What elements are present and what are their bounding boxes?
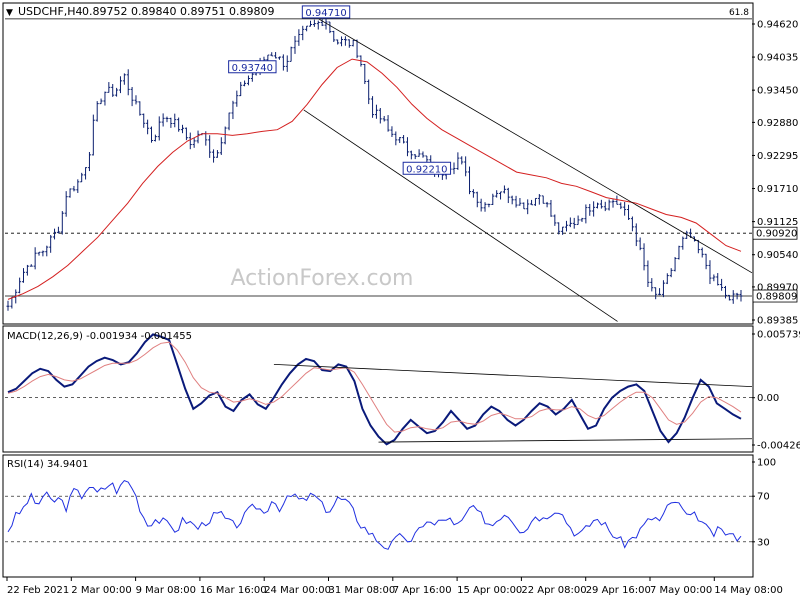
x-tick-label: 14 May 08:00 xyxy=(714,585,783,596)
price-tick-label: 0.91125 xyxy=(757,217,798,228)
fib-label: 61.8 xyxy=(729,8,749,18)
price-tick-label: 0.90540 xyxy=(757,250,798,261)
x-tick-label: 22 Feb 2021 xyxy=(7,585,69,596)
rsi-panel xyxy=(2,454,754,578)
rsi-tick-label: 70 xyxy=(757,492,770,503)
header-triangle: ▼ xyxy=(6,8,13,18)
macd-title: MACD(12,26,9) -0.001934 -0.001455 xyxy=(7,331,192,342)
x-tick-label: 15 Apr 00:00 xyxy=(457,585,522,596)
macd-tick-label: 0.005739 xyxy=(757,330,800,341)
price-annotation-label: 0.92210 xyxy=(406,164,447,175)
rsi-tick-label: 30 xyxy=(757,537,770,548)
forex-chart: ActionForex.com ▼ USDCHF,H4 0.89752 0.89… xyxy=(2,2,800,596)
x-tick-label: 7 Apr 16:00 xyxy=(393,585,452,596)
x-tick-label: 29 Apr 16:00 xyxy=(586,585,651,596)
price-annotation-label: 0.94710 xyxy=(305,8,346,19)
header-symbol: USDCHF,H4 xyxy=(18,5,83,18)
level-tag-label: 0.89809 xyxy=(756,292,797,303)
price-tick-label: 0.94035 xyxy=(757,53,798,64)
watermark: ActionForex.com xyxy=(231,266,414,291)
price-tick-label: 0.92880 xyxy=(757,118,798,129)
x-tick-label: 24 Mar 00:00 xyxy=(264,585,331,596)
x-tick-label: 2 Mar 00:00 xyxy=(71,585,131,596)
x-tick-label: 22 Apr 08:00 xyxy=(521,585,586,596)
rsi-tick-label: 100 xyxy=(757,458,776,469)
price-tick-label: 0.92295 xyxy=(757,151,798,162)
header-ohlc: 0.89752 0.89840 0.89751 0.89809 xyxy=(82,5,274,18)
x-tick-label: 31 Mar 08:00 xyxy=(329,585,396,596)
x-tick-label: 16 Mar 16:00 xyxy=(200,585,267,596)
x-tick-label: 9 Mar 08:00 xyxy=(136,585,196,596)
price-tick-label: 0.94620 xyxy=(757,20,798,31)
macd-tick-label: -0.004261 xyxy=(757,441,800,452)
price-annotation-label: 0.93740 xyxy=(232,63,273,74)
price-tick-label: 0.93450 xyxy=(757,86,798,97)
macd-tick-label: 0.00 xyxy=(757,393,779,404)
level-tag-label: 0.90920 xyxy=(756,229,797,240)
x-tick-label: 7 May 00:00 xyxy=(650,585,712,596)
rsi-title: RSI(14) 34.9401 xyxy=(7,459,88,470)
price-tick-label: 0.89385 xyxy=(757,316,798,327)
price-tick-label: 0.91710 xyxy=(757,184,798,195)
